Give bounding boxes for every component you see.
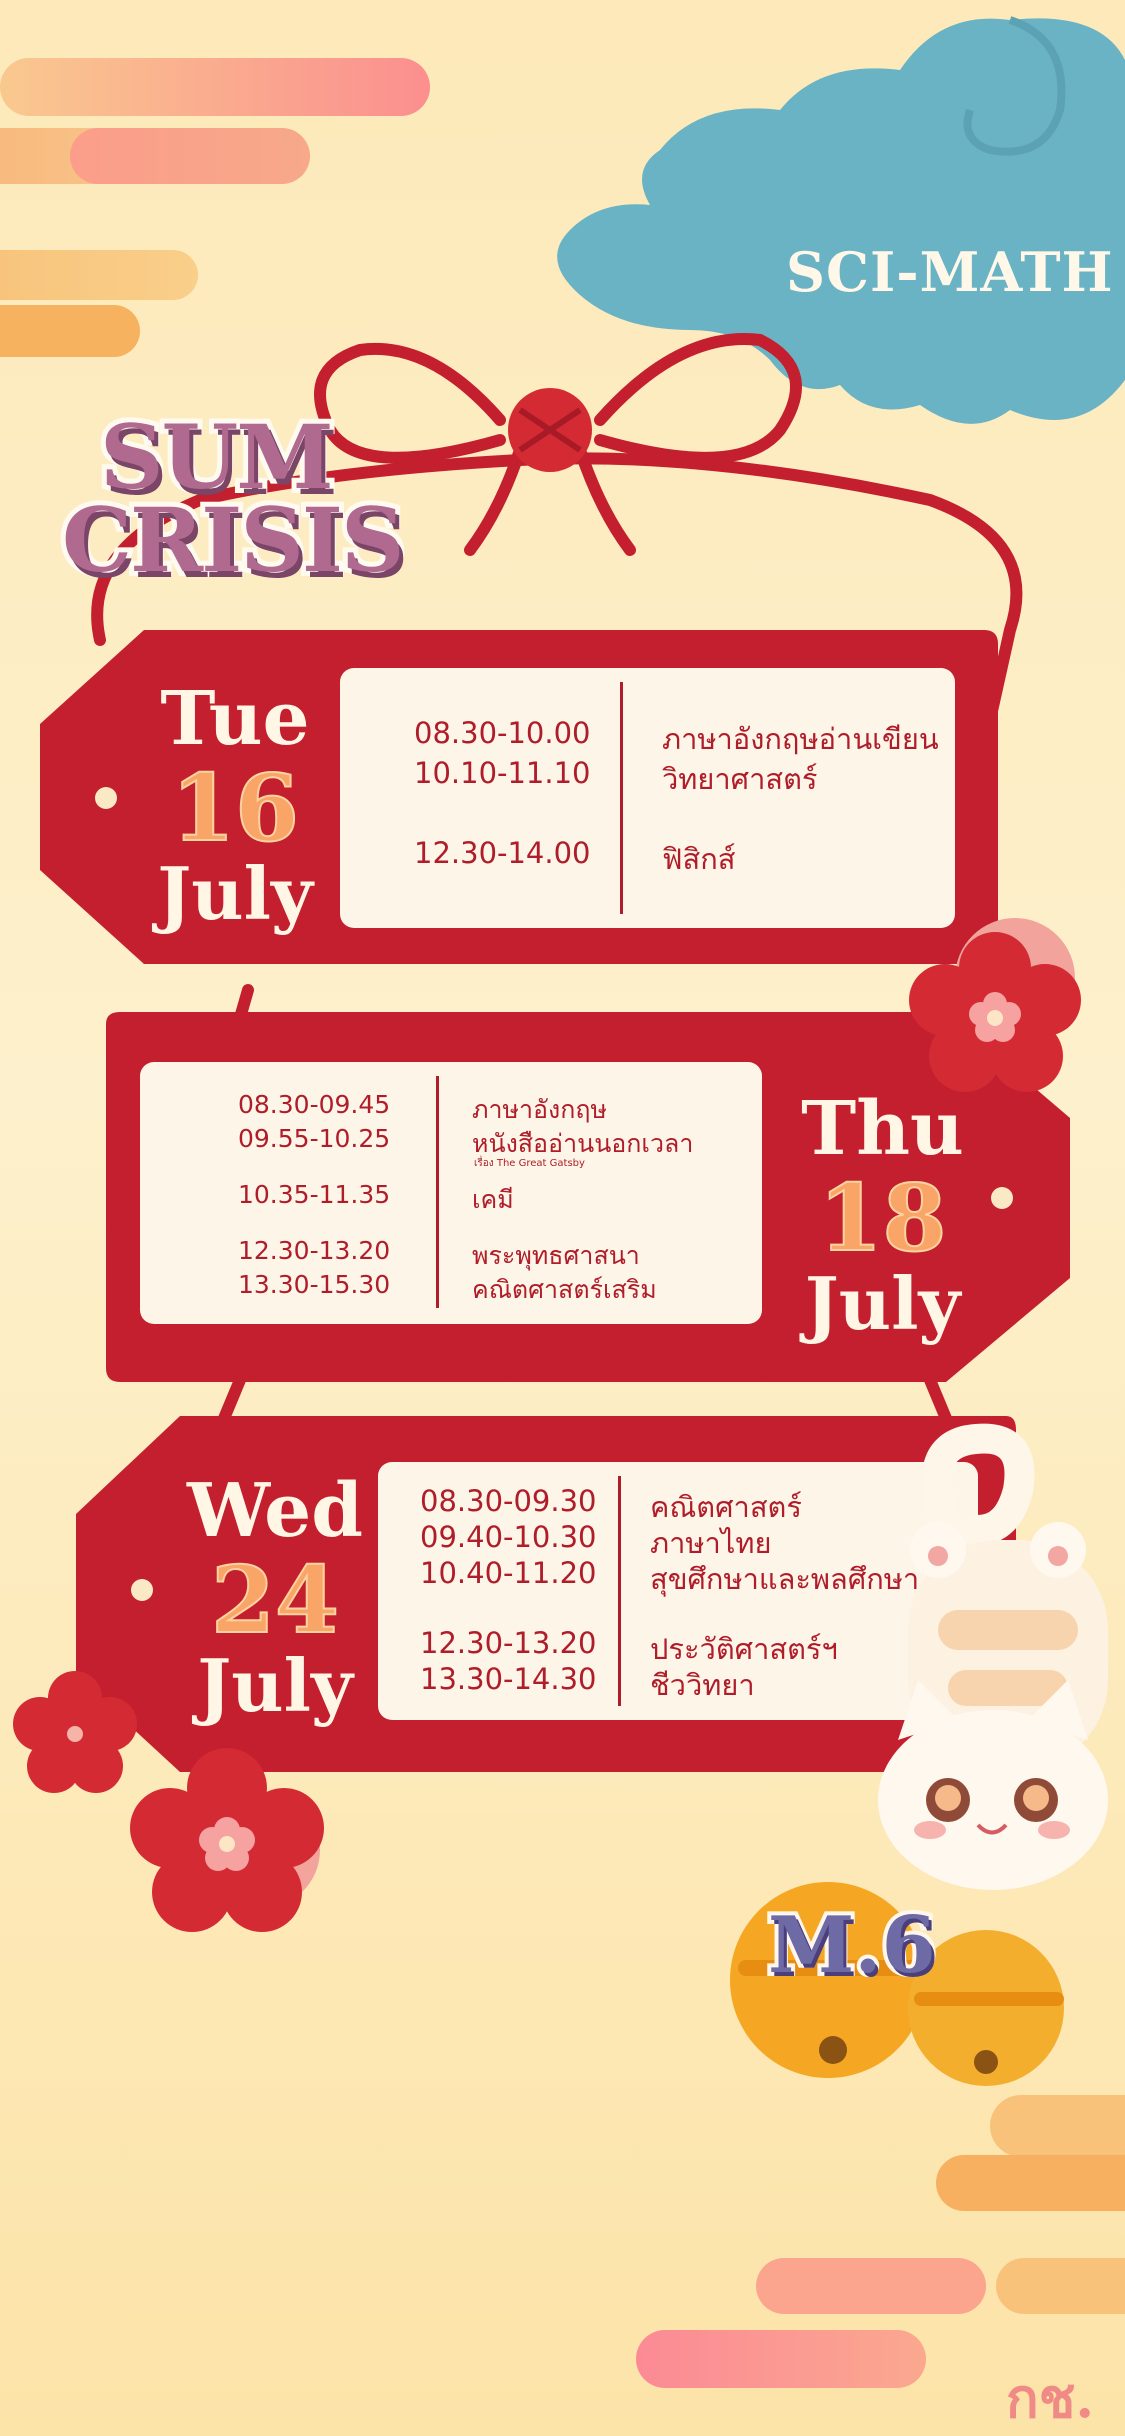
time-cell: 13.30-15.30 bbox=[238, 1270, 391, 1299]
time-cell: 08.30-09.45 bbox=[238, 1090, 391, 1119]
day-number: 18 bbox=[817, 1164, 947, 1272]
schedule-panel-thu: 08.30-09.45 09.55-10.25 10.35-11.35 12.3… bbox=[140, 1062, 762, 1324]
subject-cell: เคมี bbox=[472, 1185, 514, 1214]
flower-icon bbox=[130, 1748, 324, 1932]
cloud-bar-decoration bbox=[0, 250, 198, 300]
day-month: July bbox=[157, 851, 313, 936]
schedule-panel-tue: 08.30-10.00 10.10-11.10 12.30-14.00 ภาษา… bbox=[340, 668, 955, 928]
subject-cell: วิทยาศาสตร์ bbox=[662, 762, 818, 796]
title-crisis: CRISIS bbox=[57, 483, 410, 597]
cloud-bar-decoration bbox=[636, 2330, 926, 2388]
flower-icon bbox=[909, 918, 1081, 1092]
tag-tue-date: Tue 16 July bbox=[120, 682, 350, 930]
grade-badge: M.6 bbox=[764, 1896, 940, 1995]
time-cell: 09.40-10.30 bbox=[420, 1520, 597, 1554]
column-divider bbox=[620, 682, 623, 914]
time-cell: 08.30-09.30 bbox=[420, 1484, 597, 1518]
day-number: 24 bbox=[210, 1546, 340, 1654]
time-cell: 10.40-11.20 bbox=[420, 1556, 597, 1590]
time-cell: 12.30-13.20 bbox=[420, 1626, 597, 1660]
time-cell: 10.35-11.35 bbox=[238, 1180, 391, 1209]
subject-cell: ฟิสิกส์ bbox=[662, 842, 736, 876]
cloud-bar-decoration bbox=[70, 128, 310, 184]
column-divider bbox=[618, 1476, 621, 1706]
time-cell: 12.30-13.20 bbox=[238, 1236, 391, 1265]
flower-icon bbox=[13, 1671, 137, 1793]
time-cell: 13.30-14.30 bbox=[420, 1662, 597, 1696]
subject-cell: ชีววิทยา bbox=[650, 1668, 755, 1702]
day-month: July bbox=[804, 1261, 961, 1346]
subject-cell: คณิตศาสตร์เสริม bbox=[472, 1275, 657, 1304]
day-number: 16 bbox=[170, 754, 300, 862]
cat-mascot bbox=[878, 1423, 1108, 1890]
day-month: July bbox=[197, 1643, 353, 1728]
signature: กช. bbox=[1006, 2366, 1095, 2430]
cloud-bar-decoration bbox=[0, 58, 430, 116]
subject-note: เรื่อง The Great Gatsby bbox=[474, 1158, 585, 1169]
cloud-bar-decoration bbox=[996, 2258, 1125, 2314]
tag-wed-date: Wed 24 July bbox=[160, 1474, 390, 1722]
cloud-bar-decoration bbox=[756, 2258, 986, 2314]
schedule-poster: SCI-MATH SUM CRISIS Tue 16 July 08.30-10… bbox=[0, 0, 1125, 2436]
program-label: SCI-MATH bbox=[786, 240, 1114, 304]
time-cell: 08.30-10.00 bbox=[414, 716, 591, 750]
time-cell: 10.10-11.10 bbox=[414, 756, 591, 790]
tag-thu-date: Thu 18 July bbox=[775, 1092, 990, 1340]
day-name: Wed bbox=[187, 1468, 363, 1554]
cloud-bar-decoration bbox=[990, 2095, 1125, 2157]
column-divider bbox=[436, 1076, 439, 1308]
time-cell: 12.30-14.00 bbox=[414, 836, 591, 870]
time-cell: 09.55-10.25 bbox=[238, 1124, 391, 1153]
cloud-bar-decoration bbox=[936, 2155, 1125, 2211]
day-name: Tue bbox=[160, 676, 310, 762]
